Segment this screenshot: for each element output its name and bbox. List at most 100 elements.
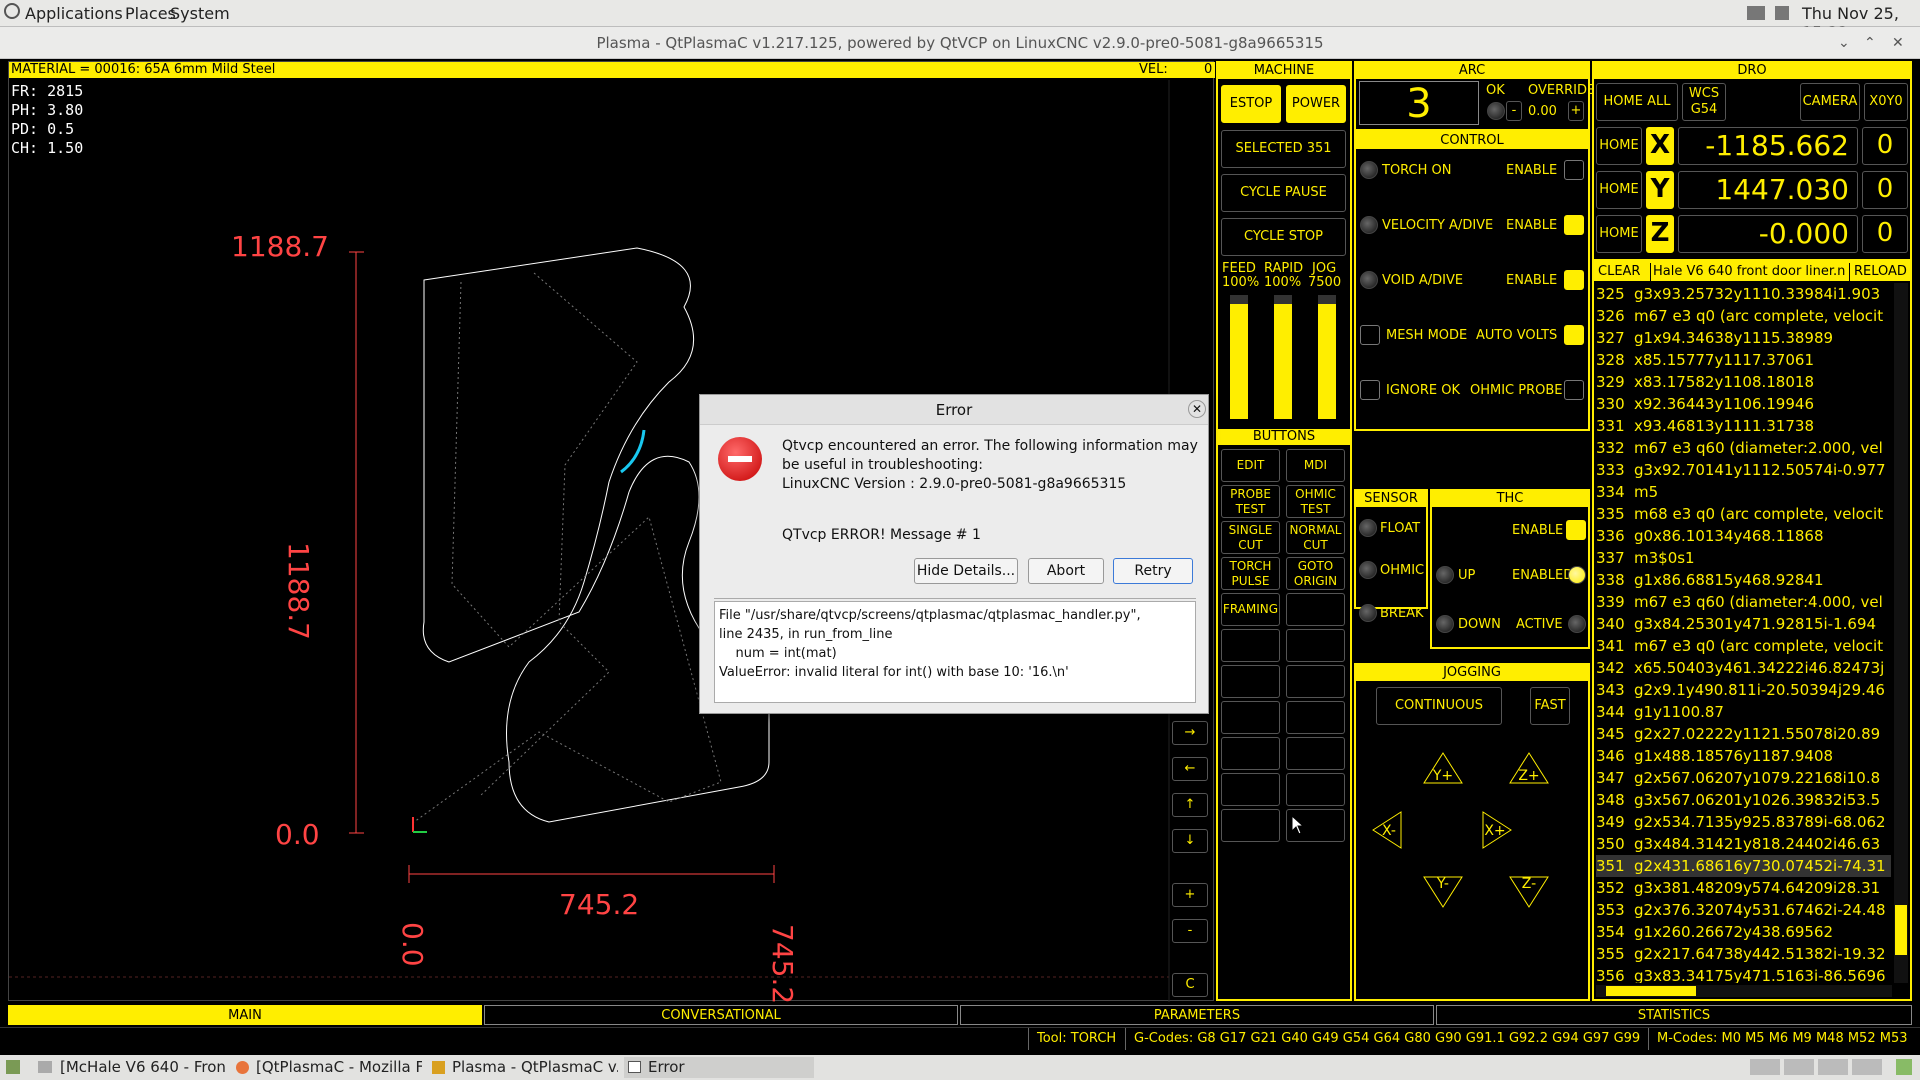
control-enable-checkbox-2[interactable] <box>1564 215 1584 235</box>
touchoff-x-button[interactable]: 0 <box>1862 127 1908 165</box>
gcode-line[interactable]: 353 g2x376.32074y531.67462i-24.48 <box>1596 899 1891 921</box>
pan-down-button[interactable]: ↓ <box>1172 829 1208 853</box>
gcode-line[interactable]: 328 x85.15777y1117.37061 <box>1596 349 1891 371</box>
dialog-close-icon[interactable]: ✕ <box>1188 400 1206 418</box>
user-button-17[interactable] <box>1221 737 1280 770</box>
jog-y-plus-button[interactable]: Y+ <box>1422 757 1464 785</box>
gcode-line[interactable]: 330 x92.36443y1106.19946 <box>1596 393 1891 415</box>
touchoff-y-button[interactable]: 0 <box>1862 171 1908 209</box>
user-button-21[interactable] <box>1221 809 1280 842</box>
user-button-11[interactable] <box>1221 629 1280 662</box>
zoom-out-button[interactable]: - <box>1172 919 1208 943</box>
wcs-button[interactable]: WCS G54 <box>1682 83 1726 121</box>
jog-slider[interactable] <box>1318 295 1336 419</box>
menu-system[interactable]: System <box>170 4 230 23</box>
gcode-line[interactable]: 325 g3x93.25732y1110.33984i1.903 <box>1596 283 1891 305</box>
clear-button[interactable]: CLEAR <box>1598 263 1640 281</box>
user-button-4[interactable]: OHMIC TEST <box>1286 485 1345 518</box>
volume-icon[interactable] <box>1775 6 1789 20</box>
gcode-line[interactable]: 344 g1y1100.87 <box>1596 701 1891 723</box>
gcode-line[interactable]: 340 g3x84.25301y471.92815i-1.694 <box>1596 613 1891 635</box>
maximize-icon[interactable]: ⌃ <box>1864 27 1876 59</box>
gcode-line[interactable]: 336 g0x86.10134y468.11868 <box>1596 525 1891 547</box>
user-button-13[interactable] <box>1221 665 1280 698</box>
gcode-line[interactable]: 341 m67 e3 q0 (arc complete, velocit <box>1596 635 1891 657</box>
jog-x-plus-button[interactable]: X+ <box>1478 817 1512 845</box>
workspace-3[interactable] <box>1818 1059 1848 1075</box>
gcode-line[interactable]: 326 m67 e3 q0 (arc complete, velocit <box>1596 305 1891 327</box>
home-z-button[interactable]: HOME <box>1596 215 1642 253</box>
jog-z-plus-button[interactable]: Z+ <box>1508 757 1550 785</box>
touchoff-z-button[interactable]: 0 <box>1862 215 1908 253</box>
user-button-7[interactable]: TORCH PULSE <box>1221 557 1280 590</box>
user-button-5[interactable]: SINGLE CUT <box>1221 521 1280 554</box>
user-button-14[interactable] <box>1286 665 1345 698</box>
cycle-stop-button[interactable]: CYCLE STOP <box>1221 218 1346 256</box>
zoom-in-button[interactable]: + <box>1172 883 1208 907</box>
menu-places[interactable]: Places <box>125 4 176 23</box>
workspace-1[interactable] <box>1750 1059 1780 1075</box>
gcode-line[interactable]: 333 g3x92.70141y1112.50574i-0.977 <box>1596 459 1891 481</box>
selected-line-button[interactable]: SELECTED 351 <box>1221 130 1346 168</box>
user-button-2[interactable]: MDI <box>1286 449 1345 482</box>
show-desktop-icon[interactable] <box>6 1060 20 1074</box>
gcode-line[interactable]: 327 g1x94.34638y1115.38989 <box>1596 327 1891 349</box>
rapid-slider[interactable] <box>1274 295 1292 419</box>
control-enable-checkbox-1[interactable] <box>1564 160 1584 180</box>
estop-button[interactable]: ESTOP <box>1221 85 1281 123</box>
control-enable-checkbox-5[interactable] <box>1564 380 1584 400</box>
gcode-line[interactable]: 332 m67 e3 q60 (diameter:2.000, vel <box>1596 437 1891 459</box>
gcode-line[interactable]: 345 g2x27.02222y1121.55078i20.89 <box>1596 723 1891 745</box>
hide-details-button[interactable]: Hide Details... <box>914 558 1018 584</box>
task-plasma[interactable]: Plasma - QtPlasmaC v... <box>428 1057 618 1078</box>
gcode-line[interactable]: 355 g2x217.64738y442.51382i-19.32 <box>1596 943 1891 965</box>
home-y-button[interactable]: HOME <box>1596 171 1642 209</box>
user-button-6[interactable]: NORMAL CUT <box>1286 521 1345 554</box>
network-icon[interactable] <box>1747 6 1765 20</box>
reload-button[interactable]: RELOAD <box>1854 263 1907 281</box>
gcode-line[interactable]: 337 m3$0s1 <box>1596 547 1891 569</box>
gcode-line[interactable]: 356 g3x83.34175y471.5163i-86.5696 <box>1596 965 1891 983</box>
user-button-12[interactable] <box>1286 629 1345 662</box>
gcode-line[interactable]: 349 g2x534.7135y925.83789i-68.062 <box>1596 811 1891 833</box>
gcode-line[interactable]: 351 g2x431.68616y730.07452i-74.31 <box>1596 855 1891 877</box>
clear-preview-button[interactable]: C <box>1172 973 1208 997</box>
gcode-line[interactable]: 343 g2x9.1y490.811i-20.50394j29.46 <box>1596 679 1891 701</box>
user-button-9[interactable]: FRAMING <box>1221 593 1280 626</box>
control-checkbox-5[interactable] <box>1360 380 1380 400</box>
cycle-pause-button[interactable]: CYCLE PAUSE <box>1221 174 1346 212</box>
abort-button[interactable]: Abort <box>1028 558 1104 584</box>
gcode-line[interactable]: 350 g3x484.31421y818.24402i46.63 <box>1596 833 1891 855</box>
user-button-16[interactable] <box>1286 701 1345 734</box>
user-button-18[interactable] <box>1286 737 1345 770</box>
gcode-line[interactable]: 334 m5 <box>1596 481 1891 503</box>
gcode-list[interactable]: 325 g3x93.25732y1110.33984i1.903 326 m67 e3… <box>1596 283 1891 983</box>
close-icon[interactable]: ✕ <box>1892 27 1904 59</box>
user-button-10[interactable] <box>1286 593 1345 626</box>
jog-y-minus-button[interactable]: Y- <box>1422 875 1464 903</box>
user-button-20[interactable] <box>1286 773 1345 806</box>
override-minus-button[interactable]: - <box>1506 101 1522 121</box>
home-all-button[interactable]: HOME ALL <box>1596 83 1678 121</box>
feed-slider[interactable] <box>1230 295 1248 419</box>
jog-z-minus-button[interactable]: Z- <box>1508 875 1550 903</box>
home-x-button[interactable]: HOME <box>1596 127 1642 165</box>
gcode-hscroll[interactable] <box>1596 985 1892 997</box>
user-button-19[interactable] <box>1221 773 1280 806</box>
task-mchale[interactable]: [McHale V6 640 - Fron... <box>36 1057 226 1078</box>
pan-right-button[interactable]: → <box>1172 721 1208 745</box>
tab-parameters[interactable]: PARAMETERS <box>960 1005 1434 1025</box>
details-text[interactable]: File "/usr/share/qtvcp/screens/qtplasmac… <box>714 601 1196 703</box>
task-error[interactable]: Error <box>624 1057 814 1078</box>
retry-button[interactable]: Retry <box>1113 558 1193 584</box>
gcode-line[interactable]: 335 m68 e3 q0 (arc complete, velocit <box>1596 503 1891 525</box>
menu-applications[interactable]: Applications <box>25 4 123 23</box>
control-checkbox-4[interactable] <box>1360 325 1380 345</box>
tab-main[interactable]: MAIN <box>8 1005 482 1025</box>
tab-conversational[interactable]: CONVERSATIONAL <box>484 1005 958 1025</box>
gcode-line[interactable]: 347 g2x567.06207y1079.22168i10.8 <box>1596 767 1891 789</box>
control-enable-checkbox-4[interactable] <box>1564 325 1584 345</box>
power-button[interactable]: POWER <box>1286 85 1346 123</box>
gcode-line[interactable]: 331 x93.46813y1111.31738 <box>1596 415 1891 437</box>
gcode-line[interactable]: 339 m67 e3 q60 (diameter:4.000, vel <box>1596 591 1891 613</box>
